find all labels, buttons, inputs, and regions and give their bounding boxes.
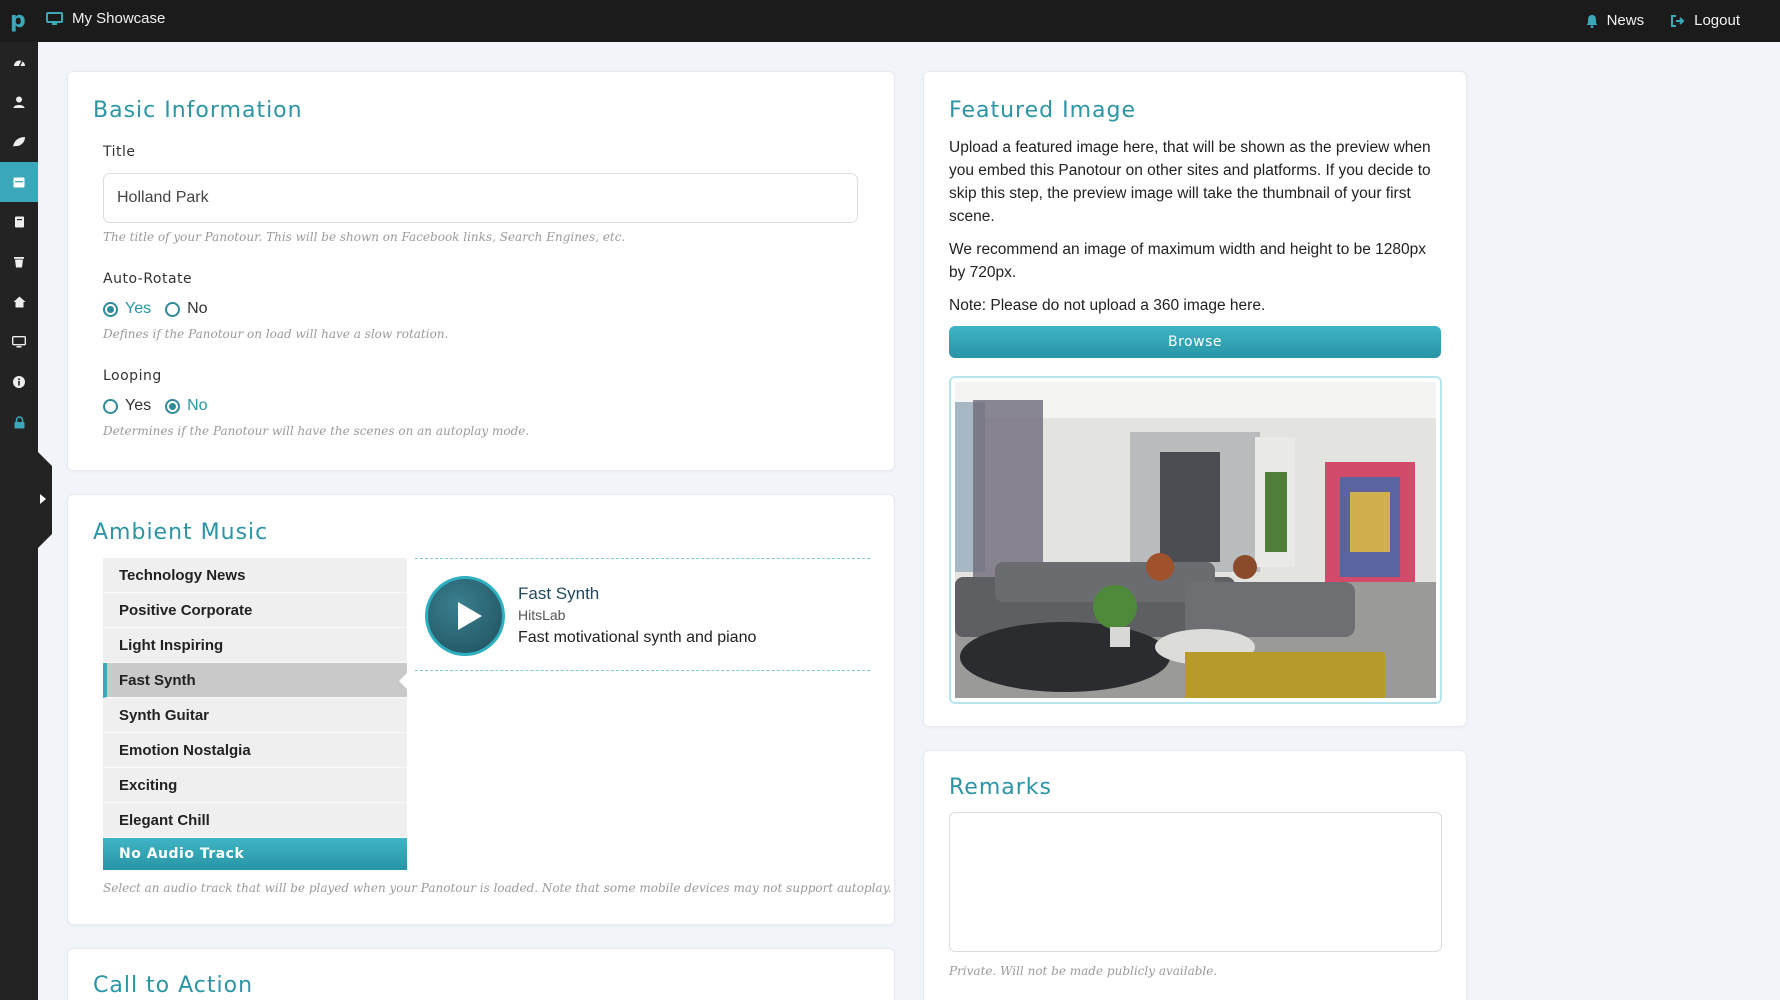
radio-checked-icon	[103, 301, 118, 317]
featured-image-preview[interactable]	[949, 376, 1442, 704]
audio-player: Fast Synth HitsLab Fast motivational syn…	[415, 558, 870, 671]
looping-yes-radio[interactable]: Yes	[103, 397, 151, 415]
basic-information-heading: Basic Information	[93, 98, 303, 123]
sidebar-item-home[interactable]	[0, 282, 38, 322]
leaf-icon	[13, 137, 25, 147]
user-icon	[13, 96, 25, 108]
looping-help: Determines if the Panotour will have the…	[103, 424, 530, 438]
looping-options: Yes No	[103, 397, 208, 415]
radio-unchecked-icon	[165, 301, 181, 317]
remarks-textarea[interactable]	[949, 812, 1442, 952]
player-track-title: Fast Synth	[518, 584, 600, 603]
sidebar-item-desktop[interactable]	[0, 322, 38, 362]
featured-recommendation: We recommend an image of maximum width a…	[949, 241, 1427, 281]
featured-image-card: Featured Image Upload a featured image h…	[923, 71, 1467, 727]
featured-note: Note: Please do not upload a 360 image h…	[949, 297, 1266, 314]
book-icon	[14, 216, 24, 228]
player-track-description: Fast motivational synth and piano	[518, 629, 757, 646]
featured-image-heading: Featured Image	[949, 98, 1136, 123]
track-item-selected[interactable]: Fast Synth	[103, 663, 407, 698]
remarks-heading: Remarks	[949, 775, 1052, 800]
looping-no-label: No	[187, 397, 208, 414]
featured-description: Upload a featured image here, that will …	[949, 139, 1431, 225]
logout-link[interactable]: Logout	[1670, 12, 1740, 29]
info-icon	[13, 376, 25, 388]
dashboard-icon	[13, 60, 25, 67]
sidebar-toggle-button[interactable]	[36, 450, 52, 550]
sidebar-item-book[interactable]	[0, 202, 38, 242]
track-item[interactable]: Elegant Chill	[103, 803, 407, 838]
autorotate-no-label: No	[187, 300, 208, 317]
sidebar-item-lock[interactable]	[0, 402, 38, 442]
app-title-label: My Showcase	[72, 10, 166, 27]
radio-checked-icon	[165, 398, 181, 414]
play-button[interactable]	[425, 576, 505, 656]
radio-unchecked-icon	[103, 398, 118, 414]
autorotate-yes-radio[interactable]: Yes	[103, 300, 151, 318]
ambient-music-card: Ambient Music Technology News Positive C…	[67, 494, 895, 925]
autorotate-label: Auto-Rotate	[103, 271, 193, 287]
track-item[interactable]: Technology News	[103, 558, 407, 593]
track-item[interactable]: Exciting	[103, 768, 407, 803]
calendar-icon	[13, 177, 25, 188]
top-nav: News Logout	[1586, 12, 1740, 29]
monitor-icon	[46, 11, 63, 25]
browse-button[interactable]: Browse	[949, 326, 1441, 358]
sidebar-item-user[interactable]	[0, 82, 38, 122]
player-track-artist: HitsLab	[518, 607, 566, 623]
remarks-card: Remarks Private. Will not be made public…	[923, 750, 1467, 1000]
track-item[interactable]: Synth Guitar	[103, 698, 407, 733]
sidebar-item-info[interactable]	[0, 362, 38, 402]
news-label: News	[1606, 12, 1645, 29]
title-label: Title	[103, 144, 136, 160]
autorotate-help: Defines if the Panotour on load will hav…	[103, 327, 449, 341]
autorotate-options: Yes No	[103, 300, 208, 318]
sidebar-item-trash[interactable]	[0, 242, 38, 282]
ambient-music-heading: Ambient Music	[93, 520, 269, 545]
call-to-action-heading: Call to Action	[93, 973, 254, 998]
caret-right-icon	[40, 494, 46, 504]
sidebar-item-calendar[interactable]	[0, 162, 38, 202]
autorotate-no-radio[interactable]: No	[165, 300, 208, 318]
title-help: The title of your Panotour. This will be…	[103, 230, 626, 244]
looping-label: Looping	[103, 368, 162, 384]
no-audio-track-button[interactable]: No Audio Track	[103, 838, 407, 870]
ambient-music-help: Select an audio track that will be playe…	[103, 881, 892, 895]
logout-icon	[1671, 14, 1685, 27]
app-logo[interactable]: p	[10, 8, 26, 33]
lock-icon	[14, 415, 24, 428]
trash-icon	[14, 257, 24, 268]
home-icon	[13, 296, 25, 308]
track-item[interactable]: Light Inspiring	[103, 628, 407, 663]
autorotate-yes-label: Yes	[125, 300, 152, 317]
top-bar: p My Showcase News Logout	[0, 0, 1780, 42]
title-input[interactable]: Holland Park	[103, 173, 858, 223]
logout-label: Logout	[1694, 12, 1740, 29]
bell-icon	[1586, 14, 1598, 28]
remarks-help: Private. Will not be made publicly avail…	[949, 964, 1218, 978]
news-link[interactable]: News	[1586, 12, 1645, 29]
track-item[interactable]: Emotion Nostalgia	[103, 733, 407, 768]
basic-information-card: Basic Information Title Holland Park The…	[67, 71, 895, 471]
desktop-icon	[12, 336, 26, 348]
looping-yes-label: Yes	[125, 397, 152, 414]
sidebar	[0, 42, 38, 1000]
looping-no-radio[interactable]: No	[165, 397, 208, 415]
call-to-action-card: Call to Action	[67, 948, 895, 1000]
sidebar-item-leaf[interactable]	[0, 122, 38, 162]
track-list: Technology News Positive Corporate Light…	[103, 558, 407, 870]
featured-image	[955, 382, 1436, 698]
play-icon	[458, 602, 482, 630]
app-title[interactable]: My Showcase	[46, 10, 165, 27]
sidebar-item-dashboard[interactable]	[0, 42, 38, 82]
track-item[interactable]: Positive Corporate	[103, 593, 407, 628]
